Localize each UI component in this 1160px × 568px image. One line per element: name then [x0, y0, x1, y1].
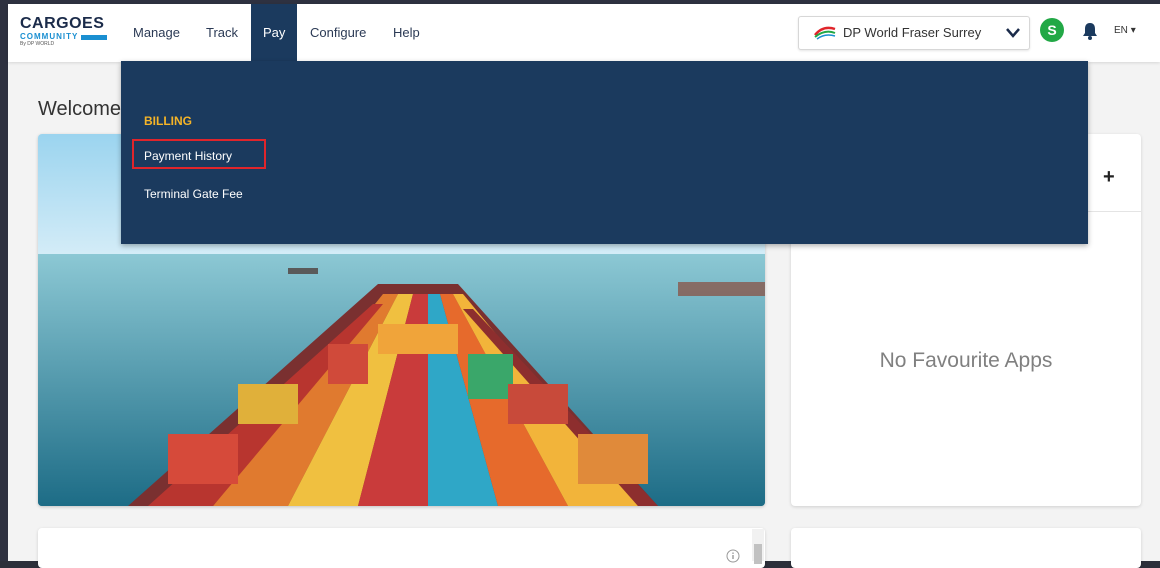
logo-text: CARGOES [20, 15, 105, 32]
bottom-left-card [38, 528, 765, 568]
caret-down-icon: ▾ [1130, 25, 1136, 36]
logo-bar [81, 34, 108, 40]
site-select[interactable]: DP World Fraser Surrey [798, 16, 1030, 50]
user-avatar[interactable]: S [1040, 18, 1064, 42]
dp-world-icon [814, 26, 836, 40]
cargoes-logo[interactable]: CARGOES COMMUNITY By DP WORLD [20, 16, 120, 50]
bottom-right-card [791, 528, 1141, 568]
language-label: EN [1114, 25, 1128, 36]
empty-favourites-text: No Favourite Apps [879, 349, 1053, 372]
billing-section-heading: BILLING [144, 114, 192, 128]
site-select-value: DP World Fraser Surrey [843, 25, 982, 40]
nav-help[interactable]: Help [381, 4, 432, 62]
language-select[interactable]: EN ▾ [1114, 25, 1136, 36]
menu-item-terminal-gate-fee[interactable]: Terminal Gate Fee [144, 187, 243, 201]
logo-byline: By DP WORLD [20, 41, 55, 47]
bell-icon[interactable] [1082, 22, 1098, 40]
logo-subtext: COMMUNITY [20, 32, 79, 41]
chevron-down-icon [1006, 28, 1020, 38]
page: CARGOES COMMUNITY By DP WORLD Manage Tra… [8, 4, 1160, 568]
nav-track[interactable]: Track [194, 4, 250, 62]
page-title: Welcome [38, 98, 121, 120]
menu-item-payment-history[interactable]: Payment History [144, 149, 232, 163]
nav-pay[interactable]: Pay [251, 4, 298, 62]
scrollbar-thumb[interactable] [754, 544, 762, 564]
nav-configure[interactable]: Configure [298, 4, 378, 62]
top-navbar: CARGOES COMMUNITY By DP WORLD Manage Tra… [8, 4, 1160, 62]
nav-manage[interactable]: Manage [121, 4, 192, 62]
add-favourite-button[interactable]: + [1103, 166, 1115, 189]
pay-dropdown-menu: BILLING Payment History Terminal Gate Fe… [121, 61, 1088, 244]
window-frame: CARGOES COMMUNITY By DP WORLD Manage Tra… [0, 0, 1160, 568]
